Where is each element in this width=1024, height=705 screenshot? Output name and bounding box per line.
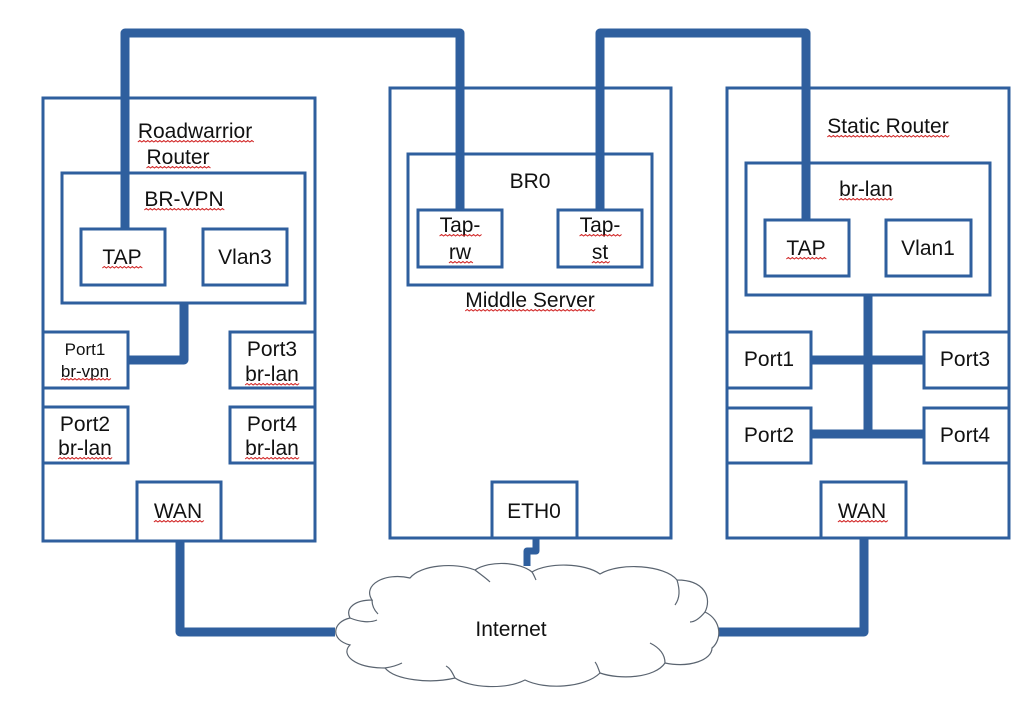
roadwarrior-port2-label: Port2 <box>60 413 110 436</box>
roadwarrior-router: Roadwarrior Router BR-VPN TAP Vlan3 Port… <box>41 96 317 543</box>
static-vlan1-label: Vlan1 <box>901 237 955 260</box>
roadwarrior-port4-bridge: br-lan <box>245 437 299 460</box>
roadwarrior-port1-bridge: br-vpn <box>61 362 109 381</box>
static-port3-label: Port3 <box>940 348 990 371</box>
roadwarrior-wan-label: WAN <box>154 500 202 523</box>
link-static-wan-to-internet <box>718 538 869 637</box>
roadwarrior-title-line1: Roadwarrior <box>138 120 252 143</box>
static-port1-label: Port1 <box>744 348 794 371</box>
middle-server: BR0 Tap- rw Tap- st Middle Server ETH0 <box>388 86 673 540</box>
static-tap-label: TAP <box>786 237 825 260</box>
tap-rw-label-line2: rw <box>449 241 472 264</box>
tap-st-label-line1: Tap- <box>580 214 621 237</box>
static-port2-label: Port2 <box>744 424 794 447</box>
br-lan-label: br-lan <box>839 178 893 201</box>
roadwarrior-tap-label: TAP <box>102 246 141 269</box>
tap-rw-label-line1: Tap- <box>440 214 481 237</box>
roadwarrior-port2-bridge: br-lan <box>58 437 112 460</box>
static-router-title: Static Router <box>827 115 948 138</box>
internet-label: Internet <box>475 618 546 641</box>
eth0-label: ETH0 <box>507 500 561 523</box>
link-eth0-to-internet <box>523 538 540 566</box>
roadwarrior-port4-label: Port4 <box>247 413 298 436</box>
roadwarrior-vlan3-label: Vlan3 <box>218 246 272 269</box>
internet-cloud: Internet <box>335 562 720 688</box>
tap-st-label-line2: st <box>592 241 609 264</box>
link-roadwarrior-wan-to-internet <box>175 541 335 637</box>
roadwarrior-port1-label: Port1 <box>65 340 106 359</box>
br0-label: BR0 <box>510 170 551 193</box>
network-diagram: Roadwarrior Router BR-VPN TAP Vlan3 Port… <box>41 28 1011 688</box>
roadwarrior-port3-bridge: br-lan <box>245 363 299 386</box>
br-vpn-label: BR-VPN <box>144 188 223 211</box>
static-wan-label: WAN <box>838 500 886 523</box>
middle-server-title: Middle Server <box>465 289 595 312</box>
roadwarrior-title-line2: Router <box>146 146 209 169</box>
static-port4-label: Port4 <box>940 424 991 447</box>
roadwarrior-port3-label: Port3 <box>247 338 297 361</box>
